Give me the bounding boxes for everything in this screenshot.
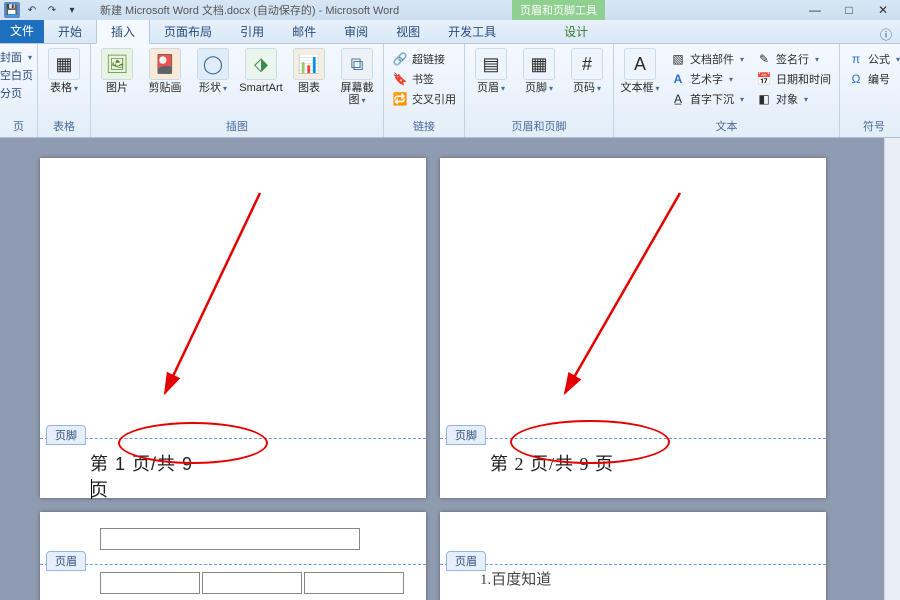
tab-insert[interactable]: 插入 bbox=[96, 18, 150, 44]
parts-icon: ▧ bbox=[670, 51, 686, 67]
crossref-icon: 🔁 bbox=[392, 91, 408, 107]
tab-layout[interactable]: 页面布局 bbox=[150, 19, 226, 43]
pagenum-button[interactable]: #页码▾ bbox=[567, 48, 607, 94]
table-cell[interactable] bbox=[100, 572, 200, 594]
context-tab-header-footer: 页眉和页脚工具 bbox=[512, 0, 605, 20]
redo-button[interactable]: ↷ bbox=[44, 2, 60, 18]
header-boundary bbox=[40, 564, 426, 565]
footer-button[interactable]: ▦页脚▾ bbox=[519, 48, 559, 94]
symbol-icon: Ω bbox=[848, 71, 864, 87]
tab-references[interactable]: 引用 bbox=[226, 19, 278, 43]
text-cursor bbox=[91, 479, 92, 499]
group-text-label: 文本 bbox=[614, 116, 839, 137]
symbol-button[interactable]: Ω编号 bbox=[846, 70, 900, 88]
footer-boundary bbox=[40, 438, 426, 439]
textbox-icon: A bbox=[624, 48, 656, 80]
group-links-label: 链接 bbox=[384, 116, 464, 137]
clipart-button[interactable]: 🎴剪贴画 bbox=[145, 48, 185, 94]
ribbon: 封面▾ 空白页 分页 页 ▦ 表格▾ 表格 🖼图片 🎴剪贴画 ◯形状▾ ⬗Sma… bbox=[0, 44, 900, 138]
doc-parts-button[interactable]: ▧文档部件▾ bbox=[668, 50, 746, 68]
tab-hf-design[interactable]: 设计 bbox=[550, 19, 602, 43]
hyperlink-button[interactable]: 🔗超链接 bbox=[390, 50, 458, 68]
bookmark-icon: 🔖 bbox=[392, 71, 408, 87]
textbox-button[interactable]: A文本框▾ bbox=[620, 48, 660, 94]
table-button[interactable]: ▦ 表格▾ bbox=[44, 48, 84, 94]
wordart-icon: A bbox=[670, 71, 686, 87]
equation-icon: π bbox=[848, 51, 864, 67]
title-bar: 💾 ↶ ↷ ▾ 新建 Microsoft Word 文档.docx (自动保存的… bbox=[0, 0, 900, 20]
datetime-button[interactable]: 📅日期和时间 bbox=[754, 70, 833, 88]
cover-page-button[interactable]: 封面▾ bbox=[0, 48, 32, 66]
tab-file[interactable]: 文件 bbox=[0, 18, 44, 43]
screenshot-button[interactable]: ⧉屏幕截图▾ bbox=[337, 48, 377, 106]
footer-tag[interactable]: 页脚 bbox=[446, 425, 486, 445]
tab-developer[interactable]: 开发工具 bbox=[434, 19, 510, 43]
blank-page-button[interactable]: 空白页 bbox=[0, 66, 33, 84]
table-cell[interactable] bbox=[304, 572, 404, 594]
smartart-button[interactable]: ⬗SmartArt bbox=[241, 48, 281, 94]
tab-review[interactable]: 审阅 bbox=[330, 19, 382, 43]
footer-boundary bbox=[440, 438, 826, 439]
table-cell[interactable] bbox=[202, 572, 302, 594]
page-3[interactable]: 页眉 bbox=[40, 512, 426, 600]
chart-icon: 📊 bbox=[293, 48, 325, 80]
signature-icon: ✎ bbox=[756, 51, 772, 67]
wordart-button[interactable]: A艺术字▾ bbox=[668, 70, 746, 88]
header-icon: ▤ bbox=[475, 48, 507, 80]
header-button[interactable]: ▤页眉▾ bbox=[471, 48, 511, 94]
shapes-icon: ◯ bbox=[197, 48, 229, 80]
tab-view[interactable]: 视图 bbox=[382, 19, 434, 43]
page-2[interactable]: 页脚 第 2 页/共 9 页 bbox=[440, 158, 826, 498]
picture-icon: 🖼 bbox=[101, 48, 133, 80]
object-icon: ◧ bbox=[756, 91, 772, 107]
equation-button[interactable]: π公式▾ bbox=[846, 50, 900, 68]
clipart-icon: 🎴 bbox=[149, 48, 181, 80]
header-table-cell[interactable] bbox=[100, 528, 360, 550]
undo-button[interactable]: ↶ bbox=[24, 2, 40, 18]
group-pages-label: 页 bbox=[0, 116, 37, 137]
footer-icon: ▦ bbox=[523, 48, 555, 80]
header-boundary bbox=[440, 564, 826, 565]
group-illustrations-label: 插图 bbox=[91, 116, 383, 137]
save-button[interactable]: 💾 bbox=[4, 2, 20, 18]
tab-home[interactable]: 开始 bbox=[44, 19, 96, 43]
group-table-label: 表格 bbox=[38, 116, 90, 137]
minimize-button[interactable]: — bbox=[798, 0, 832, 20]
ribbon-tabs: 文件 开始 插入 页面布局 引用 邮件 审阅 视图 开发工具 设计 ⓘ bbox=[0, 20, 900, 44]
quick-access-toolbar: 💾 ↶ ↷ ▾ bbox=[0, 2, 80, 18]
pagenum-icon: # bbox=[571, 48, 603, 80]
screenshot-icon: ⧉ bbox=[341, 48, 373, 80]
signature-button[interactable]: ✎签名行▾ bbox=[754, 50, 833, 68]
page4-header-text[interactable]: 1.百度知道 bbox=[480, 568, 551, 589]
crossref-button[interactable]: 🔁交叉引用 bbox=[390, 90, 458, 108]
footer-tag[interactable]: 页脚 bbox=[46, 425, 86, 445]
page-1[interactable]: 页脚 第 1 页/共 9 页 bbox=[40, 158, 426, 498]
table-icon: ▦ bbox=[48, 48, 80, 80]
page1-footer-text[interactable]: 第 1 页/共 9 页 bbox=[90, 450, 201, 502]
dropcap-icon: A̲ bbox=[670, 91, 686, 107]
shapes-button[interactable]: ◯形状▾ bbox=[193, 48, 233, 94]
dropcap-button[interactable]: A̲首字下沉▾ bbox=[668, 90, 746, 108]
close-button[interactable]: ✕ bbox=[866, 0, 900, 20]
qat-customize[interactable]: ▾ bbox=[64, 2, 80, 18]
date-icon: 📅 bbox=[756, 71, 772, 87]
header-tag[interactable]: 页眉 bbox=[46, 551, 86, 571]
page2-footer-text[interactable]: 第 2 页/共 9 页 bbox=[490, 450, 614, 476]
bookmark-button[interactable]: 🔖书签 bbox=[390, 70, 458, 88]
picture-button[interactable]: 🖼图片 bbox=[97, 48, 137, 94]
page-break-button[interactable]: 分页 bbox=[0, 84, 22, 102]
smartart-icon: ⬗ bbox=[245, 48, 277, 80]
document-area[interactable]: 页脚 第 1 页/共 9 页 页脚 第 2 页/共 9 页 页眉 页眉 1.百度… bbox=[0, 138, 900, 600]
link-icon: 🔗 bbox=[392, 51, 408, 67]
page-4[interactable]: 页眉 1.百度知道 bbox=[440, 512, 826, 600]
help-icon[interactable]: ⓘ bbox=[880, 26, 900, 43]
maximize-button[interactable]: □ bbox=[832, 0, 866, 20]
chart-button[interactable]: 📊图表 bbox=[289, 48, 329, 94]
window-title: 新建 Microsoft Word 文档.docx (自动保存的) - Micr… bbox=[100, 2, 399, 18]
vertical-scrollbar[interactable] bbox=[884, 138, 900, 600]
group-symbols-label: 符号 bbox=[840, 116, 900, 137]
group-headerfooter-label: 页眉和页脚 bbox=[465, 116, 613, 137]
object-button[interactable]: ◧对象▾ bbox=[754, 90, 833, 108]
tab-mailings[interactable]: 邮件 bbox=[278, 19, 330, 43]
